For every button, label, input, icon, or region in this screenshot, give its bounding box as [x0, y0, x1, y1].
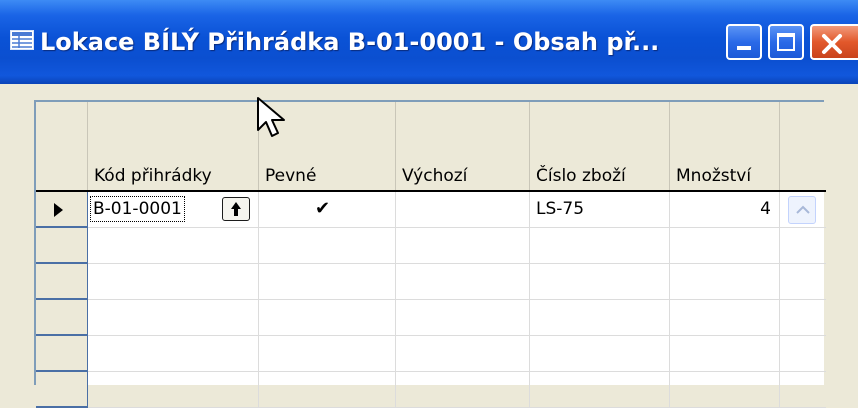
cell-mnozstvi[interactable]	[670, 228, 780, 264]
row-selector[interactable]	[36, 300, 88, 336]
arrow-up-icon	[231, 202, 241, 216]
column-header-kod-prihradky[interactable]: Kód přihrádky	[88, 102, 259, 190]
cell-cislo-zbozi[interactable]	[530, 228, 670, 264]
grid-header: Kód přihrádky Pevné Výchozí Číslo zboží …	[36, 102, 826, 190]
lookup-button[interactable]	[222, 197, 250, 221]
column-label: Množství	[676, 166, 752, 186]
cell-kod-prihradky[interactable]	[88, 372, 259, 408]
table-row[interactable]	[36, 372, 826, 408]
cell-cislo-zbozi[interactable]	[530, 336, 670, 372]
table-row[interactable]	[36, 264, 826, 300]
cell-cislo-zbozi[interactable]	[530, 372, 670, 408]
bin-contents-grid[interactable]: Kód přihrádky Pevné Výchozí Číslo zboží …	[34, 100, 826, 408]
cell-kod-prihradky[interactable]: B-01-0001	[88, 192, 259, 228]
cell-kod-prihradky[interactable]	[88, 228, 259, 264]
column-header-cislo-zbozi[interactable]: Číslo zboží	[530, 102, 670, 190]
column-label: Kód přihrádky	[94, 166, 212, 186]
cell-kod-prihradky[interactable]	[88, 336, 259, 372]
mouse-pointer-icon	[257, 97, 285, 137]
minimize-icon	[737, 46, 751, 50]
maximize-icon	[777, 33, 795, 51]
window-titlebar[interactable]: Lokace BÍLÝ Přihrádka B-01-0001 - Obsah …	[0, 0, 858, 84]
table-row[interactable]: B-01-0001 ✔ LS-75 4	[36, 192, 826, 228]
close-button[interactable]	[810, 24, 858, 60]
cell-pevne[interactable]	[259, 300, 396, 336]
row-selector[interactable]	[36, 228, 88, 264]
column-header-filler	[780, 102, 826, 190]
cell-cislo-zbozi[interactable]	[530, 264, 670, 300]
cell-vychozi[interactable]	[396, 372, 530, 408]
row-selector-header	[36, 102, 88, 190]
cell-pevne[interactable]: ✔	[259, 192, 396, 228]
table-row[interactable]	[36, 300, 826, 336]
cell-pevne[interactable]	[259, 264, 396, 300]
window-content: Kód přihrádky Pevné Výchozí Číslo zboží …	[0, 84, 858, 408]
column-label: Výchozí	[402, 166, 468, 186]
row-selector[interactable]	[36, 192, 88, 228]
bin-code-value[interactable]: B-01-0001	[90, 196, 185, 222]
cell-vychozi[interactable]	[396, 336, 530, 372]
cell-cislo-zbozi[interactable]	[530, 300, 670, 336]
scroll-up-button[interactable]	[788, 196, 816, 224]
cell-vychozi[interactable]	[396, 264, 530, 300]
current-row-arrow-icon	[54, 203, 63, 217]
cell-mnozstvi[interactable]	[670, 300, 780, 336]
minimize-button[interactable]	[726, 24, 762, 60]
row-selector[interactable]	[36, 372, 88, 408]
cell-mnozstvi[interactable]: 4	[670, 192, 780, 228]
cell-cislo-zbozi[interactable]: LS-75	[530, 192, 670, 228]
row-selector[interactable]	[36, 264, 88, 300]
cell-pevne[interactable]	[259, 228, 396, 264]
column-label: Pevné	[265, 166, 317, 186]
cell-mnozstvi[interactable]	[670, 372, 780, 408]
checkmark-icon: ✔	[315, 198, 331, 219]
column-label: Číslo zboží	[536, 166, 626, 186]
cell-mnozstvi[interactable]	[670, 336, 780, 372]
table-window-icon	[10, 30, 34, 50]
chevron-up-icon	[796, 205, 810, 214]
close-icon	[822, 34, 842, 54]
cell-vychozi[interactable]	[396, 300, 530, 336]
cell-value: 4	[760, 199, 771, 219]
row-selector[interactable]	[36, 336, 88, 372]
table-row[interactable]	[36, 228, 826, 264]
cell-vychozi[interactable]	[396, 192, 530, 228]
column-header-vychozi[interactable]: Výchozí	[396, 102, 530, 190]
cell-kod-prihradky[interactable]	[88, 300, 259, 336]
maximize-button[interactable]	[768, 24, 804, 60]
cell-value: LS-75	[536, 199, 585, 219]
cell-pevne[interactable]	[259, 336, 396, 372]
cell-kod-prihradky[interactable]	[88, 264, 259, 300]
column-header-mnozstvi[interactable]: Množství	[670, 102, 780, 190]
cell-pevne[interactable]	[259, 372, 396, 408]
table-row[interactable]	[36, 336, 826, 372]
cell-vychozi[interactable]	[396, 228, 530, 264]
cell-mnozstvi[interactable]	[670, 264, 780, 300]
window-title: Lokace BÍLÝ Přihrádka B-01-0001 - Obsah …	[40, 28, 660, 56]
